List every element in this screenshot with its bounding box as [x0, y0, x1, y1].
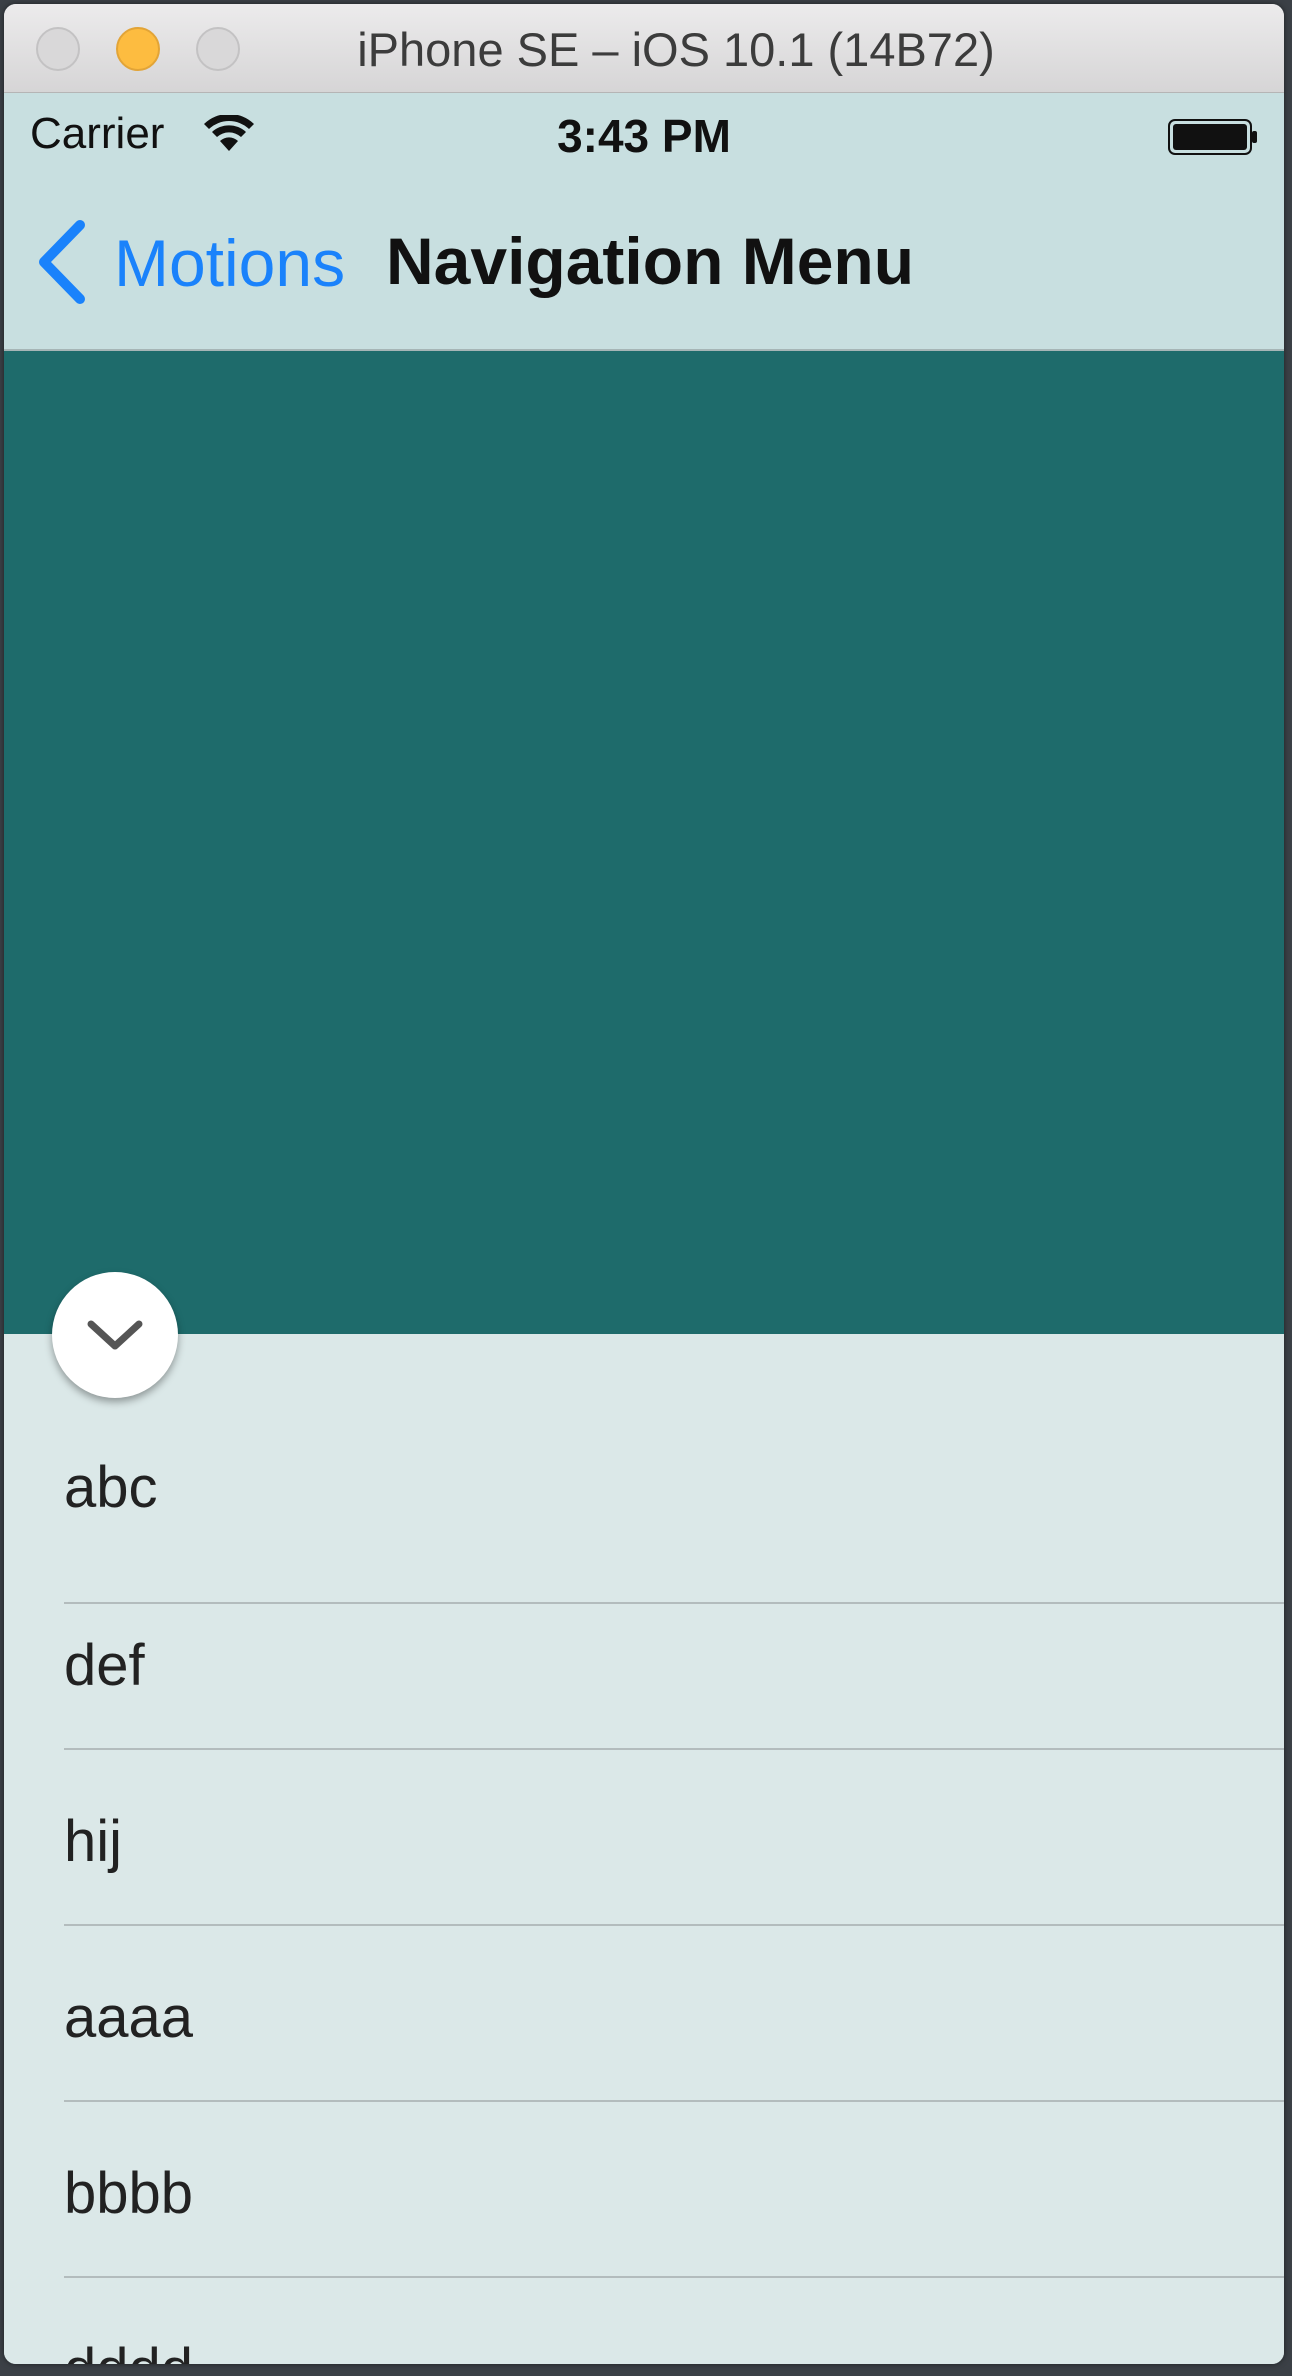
status-time: 3:43 PM	[557, 110, 731, 162]
list-item-label: hij	[64, 1809, 123, 1874]
list-item-label: def	[64, 1633, 145, 1698]
list-item[interactable]: def	[4, 1574, 1284, 1750]
page-title: Navigation Menu	[386, 224, 915, 298]
list-item[interactable]: aaaa	[4, 1926, 1284, 2102]
list-item[interactable]: hij	[4, 1750, 1284, 1926]
list-item[interactable]: dddd	[4, 2278, 1284, 2364]
battery-icon	[1168, 119, 1257, 155]
back-button[interactable]: Motions	[114, 225, 345, 301]
chevron-left-icon[interactable]	[36, 219, 88, 305]
list-item-label: aaaa	[64, 1985, 194, 2050]
list-item[interactable]: abc	[4, 1334, 1284, 1604]
list-item-label: abc	[64, 1455, 158, 1520]
window-title: iPhone SE – iOS 10.1 (14B72)	[357, 23, 995, 76]
window-titlebar: iPhone SE – iOS 10.1 (14B72)	[4, 4, 1284, 93]
content-header-area	[4, 351, 1284, 1334]
navigation-bar: Motions Navigation Menu	[4, 177, 1284, 351]
status-bar: Carrier 3:43 PM	[4, 93, 1284, 177]
list-item-label: bbbb	[64, 2161, 194, 2226]
menu-toggle-button[interactable]	[52, 1272, 178, 1398]
chevron-down-icon	[87, 1320, 143, 1350]
list-item[interactable]: bbbb	[4, 2102, 1284, 2278]
list-item-label: dddd	[64, 2336, 193, 2364]
simulator-window: iPhone SE – iOS 10.1 (14B72) Carrier 3:4…	[4, 4, 1284, 2364]
menu-list: abc def hij aaaa bbbb dddd	[4, 1334, 1284, 2364]
